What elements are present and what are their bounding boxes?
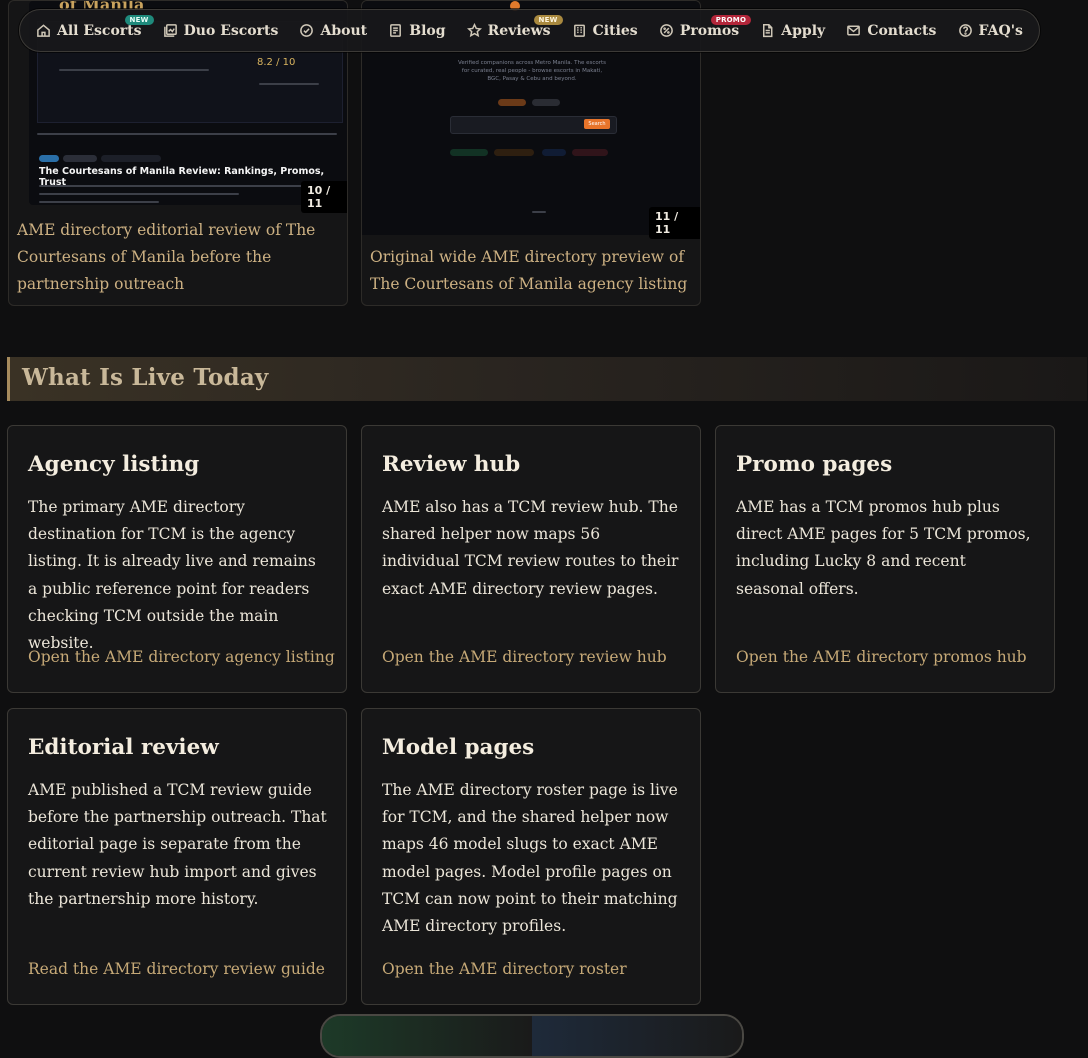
nav-item-apply[interactable]: Apply bbox=[760, 23, 825, 39]
shot-search-button: Search bbox=[584, 119, 610, 129]
section-title: What Is Live Today bbox=[22, 364, 269, 391]
card-agency-listing: Agency listing The primary AME directory… bbox=[7, 425, 347, 693]
nav-label: About bbox=[320, 22, 368, 39]
card-body: The AME directory roster page is live fo… bbox=[382, 781, 678, 936]
promos-hub-link[interactable]: Open the AME directory promos hub bbox=[736, 648, 1027, 666]
card-body: AME has a TCM promos hub plus direct AME… bbox=[736, 498, 1031, 598]
card-model-pages: Model pages The AME directory roster pag… bbox=[361, 708, 701, 1005]
nav-label: Apply bbox=[781, 22, 826, 39]
main-nav: All Escorts NEW Duo Escorts About Blog R… bbox=[19, 9, 1040, 52]
gallery-caption: Original wide AME directory preview of T… bbox=[370, 248, 688, 293]
nav-item-about[interactable]: About bbox=[299, 23, 367, 39]
form-icon bbox=[763, 23, 773, 38]
new-badge: NEW bbox=[124, 14, 154, 25]
document-icon bbox=[390, 24, 402, 37]
nav-item-all-escorts[interactable]: All Escorts NEW bbox=[36, 14, 154, 39]
card-body: AME published a TCM review guide before … bbox=[28, 781, 327, 908]
gallery-counter: 11 / 11 bbox=[649, 207, 700, 239]
check-circle-icon bbox=[300, 24, 314, 37]
question-icon bbox=[958, 24, 972, 37]
nav-label: All Escorts bbox=[57, 22, 142, 39]
card-title: Review hub bbox=[382, 452, 521, 477]
nav-label: Blog bbox=[409, 22, 446, 39]
tag-icon bbox=[659, 24, 673, 37]
review-guide-link[interactable]: Read the AME directory review guide bbox=[28, 960, 325, 978]
mail-icon bbox=[847, 25, 861, 36]
building-icon bbox=[573, 24, 585, 37]
shot-text: Verified companions across Metro Manila.… bbox=[457, 60, 607, 82]
roster-link[interactable]: Open the AME directory roster bbox=[382, 960, 627, 978]
star-icon bbox=[466, 23, 482, 38]
card-body: AME also has a TCM review hub. The share… bbox=[382, 498, 679, 598]
card-title: Editorial review bbox=[28, 735, 219, 760]
promo-badge: PROMO bbox=[710, 14, 752, 25]
shot-score: 8.2 / 10 bbox=[257, 57, 296, 68]
nav-label: Contacts bbox=[867, 22, 937, 39]
nav-label: Duo Escorts bbox=[183, 22, 279, 39]
section-header: What Is Live Today bbox=[7, 357, 1087, 401]
bottom-action-right[interactable] bbox=[532, 1016, 742, 1056]
card-title: Promo pages bbox=[736, 452, 893, 477]
nav-item-contacts[interactable]: Contacts bbox=[846, 23, 936, 39]
nav-label: Promos bbox=[679, 22, 740, 39]
nav-item-blog[interactable]: Blog bbox=[388, 22, 446, 39]
card-body: The primary AME directory destination fo… bbox=[28, 498, 316, 653]
gallery-counter: 10 / 11 bbox=[301, 181, 347, 213]
gallery-caption: AME directory editorial review of The Co… bbox=[17, 221, 316, 293]
home-icon bbox=[37, 24, 50, 37]
nav-label: FAQ's bbox=[978, 22, 1023, 39]
duo-icon bbox=[163, 24, 177, 37]
new-badge: NEW bbox=[533, 14, 563, 25]
card-review-hub: Review hub AME also has a TCM review hub… bbox=[361, 425, 701, 693]
review-hub-link[interactable]: Open the AME directory review hub bbox=[382, 648, 667, 666]
nav-label: Reviews bbox=[487, 22, 551, 39]
nav-item-faq[interactable]: FAQ's bbox=[958, 23, 1023, 39]
nav-item-cities[interactable]: Cities bbox=[572, 23, 638, 39]
nav-item-promos[interactable]: Promos PROMO bbox=[659, 14, 752, 39]
card-title: Agency listing bbox=[28, 452, 200, 477]
card-title: Model pages bbox=[382, 735, 535, 760]
nav-item-duo-escorts[interactable]: Duo Escorts bbox=[163, 22, 279, 39]
card-promo-pages: Promo pages AME has a TCM promos hub plu… bbox=[715, 425, 1055, 693]
nav-item-reviews[interactable]: Reviews NEW bbox=[466, 14, 563, 39]
bottom-action-bar[interactable] bbox=[320, 1014, 744, 1058]
agency-listing-link[interactable]: Open the AME directory agency listing bbox=[28, 648, 335, 666]
bottom-action-left[interactable] bbox=[322, 1016, 532, 1056]
nav-label: Cities bbox=[592, 22, 638, 39]
card-editorial-review: Editorial review AME published a TCM rev… bbox=[7, 708, 347, 1005]
